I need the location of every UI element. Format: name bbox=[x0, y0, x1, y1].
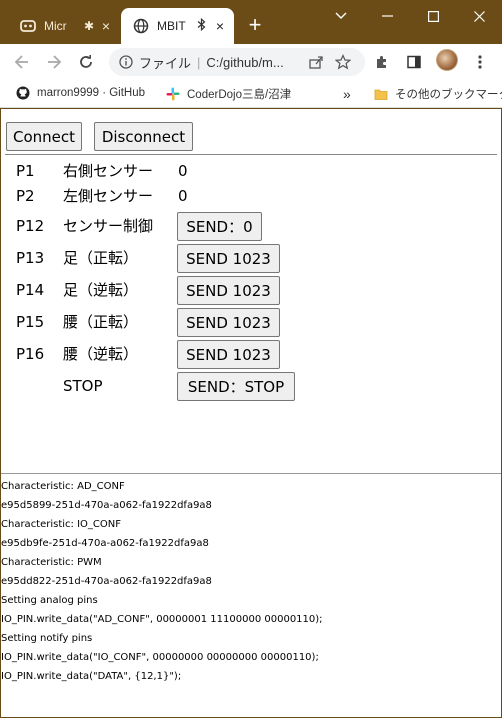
pin-label: P14 bbox=[16, 281, 45, 299]
folder-icon bbox=[374, 87, 388, 101]
control-name: 腰（逆転） bbox=[63, 345, 139, 363]
right-sensor-value: 0 bbox=[178, 162, 188, 180]
tab-microbit[interactable]: Micr ✱ × bbox=[8, 8, 120, 44]
send-stop-button[interactable]: SEND：STOP bbox=[177, 372, 295, 401]
reload-icon[interactable] bbox=[74, 50, 98, 74]
log-line: e95dd822-251d-470a-a062-fa1922dfa9a8 bbox=[1, 576, 212, 587]
back-icon[interactable] bbox=[10, 50, 34, 74]
separator: | bbox=[197, 54, 201, 70]
tab-search-icon[interactable] bbox=[318, 0, 364, 32]
pin-label: P2 bbox=[16, 187, 35, 205]
url-text: C:/github/m... bbox=[206, 54, 284, 70]
bookmark-star-icon[interactable] bbox=[331, 50, 355, 74]
pin-label: P1 bbox=[16, 162, 35, 180]
pin-label: P12 bbox=[16, 217, 45, 235]
title-bar: Micr ✱ × MBIT × + bbox=[0, 0, 502, 44]
pin-label: P13 bbox=[16, 249, 45, 267]
github-icon bbox=[16, 86, 30, 100]
bookmarks-overflow[interactable]: » bbox=[343, 86, 351, 102]
control-name: センサー制御 bbox=[63, 217, 154, 235]
divider bbox=[5, 154, 497, 155]
close-window-button[interactable] bbox=[456, 0, 502, 32]
forward-icon[interactable] bbox=[42, 50, 66, 74]
send-p15-button[interactable]: SEND 1023 bbox=[177, 308, 280, 337]
info-icon[interactable] bbox=[119, 55, 133, 69]
bookmark-label: その他のブックマーク bbox=[395, 89, 502, 101]
slack-icon bbox=[166, 87, 180, 101]
log-line: Characteristic: AD_CONF bbox=[1, 481, 125, 492]
send-p14-button[interactable]: SEND 1023 bbox=[177, 276, 280, 305]
maximize-button[interactable] bbox=[410, 0, 456, 32]
log-divider bbox=[1, 473, 501, 474]
share-icon[interactable] bbox=[304, 50, 328, 74]
pin-label: P15 bbox=[16, 313, 45, 331]
globe-icon bbox=[133, 18, 149, 34]
tab-title: Micr bbox=[44, 19, 67, 33]
log-line: Setting notify pins bbox=[1, 633, 93, 644]
control-name: STOP bbox=[63, 377, 103, 395]
control-name: 足（正転） bbox=[63, 249, 139, 267]
close-tab-icon[interactable]: × bbox=[102, 18, 110, 34]
site-info-label: ファイル bbox=[139, 55, 192, 71]
address-toolbar: ファイル | C:/github/m... bbox=[0, 44, 502, 80]
minimize-button[interactable] bbox=[364, 0, 410, 32]
bookmark-github[interactable]: marron9999 · GitHub bbox=[16, 86, 145, 100]
bluetooth-icon bbox=[197, 17, 206, 34]
log-line: IO_PIN.write_data("DATA", {12,1}"); bbox=[1, 671, 182, 682]
send-p12-button[interactable]: SEND：0 bbox=[177, 212, 262, 241]
browser-window: Micr ✱ × MBIT × + ファイル | C:/github/m... … bbox=[0, 0, 502, 718]
audio-icon: ✱ bbox=[84, 19, 95, 33]
disconnect-button[interactable]: Disconnect bbox=[94, 122, 193, 151]
log-line: IO_PIN.write_data("AD_CONF", 00000001 11… bbox=[1, 614, 323, 625]
menu-kebab-icon[interactable] bbox=[468, 50, 492, 74]
log-line: e95d5899-251d-470a-a062-fa1922dfa9a8 bbox=[1, 500, 212, 511]
log-line: Characteristic: IO_CONF bbox=[1, 519, 122, 530]
log-line: Setting analog pins bbox=[1, 595, 98, 606]
tab-mbit[interactable]: MBIT × bbox=[121, 8, 234, 44]
bookmark-coderdojo[interactable]: CoderDojo三島/沼津 bbox=[166, 86, 291, 102]
close-tab-icon[interactable]: × bbox=[216, 18, 224, 34]
log-output: Characteristic: AD_CONF e95d5899-251d-47… bbox=[1, 477, 501, 686]
tab-title: MBIT bbox=[157, 19, 186, 33]
sensor-name: 右側センサー bbox=[63, 162, 154, 180]
gamepad-icon bbox=[20, 18, 36, 34]
log-line: IO_PIN.write_data("IO_CONF", 00000000 00… bbox=[1, 652, 319, 663]
extensions-icon[interactable] bbox=[370, 50, 394, 74]
log-line: Characteristic: PWM bbox=[1, 557, 102, 568]
send-p13-button[interactable]: SEND 1023 bbox=[177, 244, 280, 273]
page-content: Connect Disconnect P1 右側センサー 0 P2 左側センサー… bbox=[1, 109, 501, 717]
send-p16-button[interactable]: SEND 1023 bbox=[177, 340, 280, 369]
other-bookmarks-folder[interactable]: その他のブックマーク bbox=[374, 86, 502, 102]
left-sensor-value: 0 bbox=[178, 187, 188, 205]
control-name: 足（逆転） bbox=[63, 281, 139, 299]
sensor-name: 左側センサー bbox=[63, 187, 154, 205]
bookmarks-bar: marron9999 · GitHub CoderDojo三島/沼津 » その他… bbox=[0, 80, 502, 108]
profile-avatar[interactable] bbox=[436, 49, 458, 71]
connect-button[interactable]: Connect bbox=[6, 122, 82, 151]
side-panel-icon[interactable] bbox=[402, 50, 426, 74]
log-line: e95db9fe-251d-470a-a062-fa1922dfa9a8 bbox=[1, 538, 209, 549]
bookmark-label: marron9999 · GitHub bbox=[37, 87, 146, 99]
bookmark-label: CoderDojo三島/沼津 bbox=[187, 89, 292, 101]
new-tab-button[interactable]: + bbox=[242, 12, 268, 38]
pin-label: P16 bbox=[16, 345, 45, 363]
control-name: 腰（正転） bbox=[63, 313, 139, 331]
